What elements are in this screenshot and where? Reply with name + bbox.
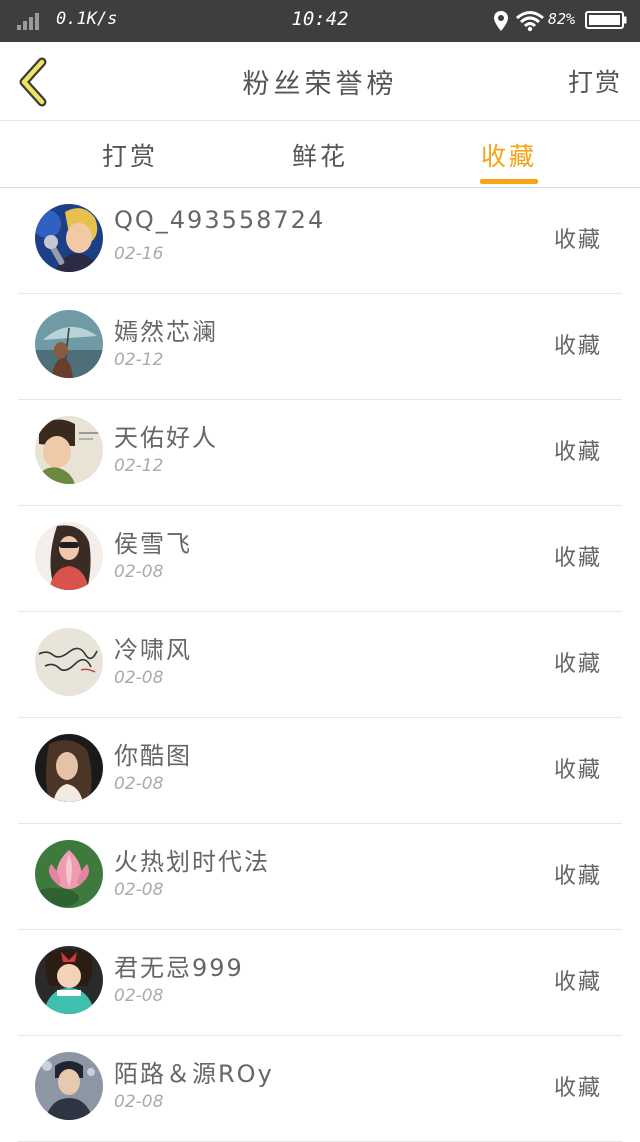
battery-icon (585, 11, 627, 29)
page-title: 粉丝荣誉榜 (242, 69, 398, 100)
location-icon (494, 11, 508, 31)
favorite-label: 收藏 (553, 758, 602, 783)
avatar-boy-portrait-icon (35, 416, 103, 484)
list-item[interactable]: 天佑好人 02-12 收藏 (18, 400, 622, 506)
battery-percent: 82% (548, 10, 576, 28)
tab-label: 打赏 (101, 142, 158, 171)
list-item[interactable]: 陌路＆源ROy 02-08 收藏 (18, 1036, 622, 1142)
list-item[interactable]: 君无忌999 02-08 收藏 (18, 930, 622, 1036)
tab-label: 收藏 (480, 142, 537, 171)
avatar-man-portrait-icon (35, 1052, 103, 1120)
favorite-label: 收藏 (553, 970, 602, 995)
fan-date: 02-08 (114, 668, 164, 688)
tab-bar: 打赏 鲜花 收藏 (0, 121, 640, 188)
favorite-label: 收藏 (553, 652, 602, 677)
favorite-label: 收藏 (553, 546, 602, 571)
tab-active-indicator (480, 179, 538, 184)
tab-reward[interactable]: 打赏 (30, 121, 230, 187)
list-item[interactable]: 你酷图 02-08 收藏 (18, 718, 622, 824)
fan-date: 02-08 (114, 1092, 164, 1112)
list-item[interactable]: QQ_493558724 02-16 收藏 (18, 188, 622, 294)
fan-name: QQ_493558724 (114, 206, 326, 234)
fan-date: 02-08 (114, 562, 164, 582)
list-item[interactable]: 冷啸风 02-08 收藏 (18, 612, 622, 718)
fan-name: 陌路＆源ROy (114, 1060, 274, 1088)
avatar-girl-sunglasses-icon (35, 522, 103, 590)
fan-name: 侯雪飞 (114, 530, 192, 558)
fan-date: 02-16 (114, 244, 164, 264)
avatar-umbrella-girl-icon (35, 310, 103, 378)
fan-name: 冷啸风 (114, 636, 192, 664)
list-item[interactable]: 侯雪飞 02-08 收藏 (18, 506, 622, 612)
tab-flowers[interactable]: 鲜花 (220, 121, 420, 187)
avatar-woman-portrait-icon (35, 734, 103, 802)
avatar-lotus-icon (35, 840, 103, 908)
favorite-label: 收藏 (553, 1076, 602, 1101)
tab-favorites[interactable]: 收藏 (409, 121, 609, 187)
fan-date: 02-08 (114, 880, 164, 900)
fan-name: 天佑好人 (114, 424, 218, 452)
avatar-singer-icon (35, 204, 103, 272)
favorite-label: 收藏 (553, 864, 602, 889)
list-item[interactable]: 嫣然芯澜 02-12 收藏 (18, 294, 622, 400)
fan-date: 02-12 (114, 350, 164, 370)
avatar-handwriting-icon (35, 628, 103, 696)
reward-button[interactable]: 打赏 (568, 63, 622, 99)
fan-name: 火热划时代法 (114, 848, 270, 876)
wifi-icon (516, 11, 544, 32)
app-header: 粉丝荣誉榜 打赏 (0, 42, 640, 121)
favorite-label: 收藏 (553, 440, 602, 465)
favorite-label: 收藏 (553, 228, 602, 253)
fan-name: 嫣然芯澜 (114, 318, 218, 346)
fan-date: 02-12 (114, 456, 164, 476)
favorite-label: 收藏 (553, 334, 602, 359)
avatar-cartoon-girl-icon (35, 946, 103, 1014)
fan-name: 君无忌999 (114, 954, 244, 982)
status-bar: 0.1K/s 10:42 82% (0, 0, 640, 42)
fan-name: 你酷图 (114, 742, 192, 770)
fan-list: QQ_493558724 02-16 收藏 嫣然芯澜 02-12 收藏 天佑好人… (0, 188, 640, 1142)
fan-date: 02-08 (114, 986, 164, 1006)
fan-date: 02-08 (114, 774, 164, 794)
tab-label: 鲜花 (291, 142, 348, 171)
list-item[interactable]: 火热划时代法 02-08 收藏 (18, 824, 622, 930)
